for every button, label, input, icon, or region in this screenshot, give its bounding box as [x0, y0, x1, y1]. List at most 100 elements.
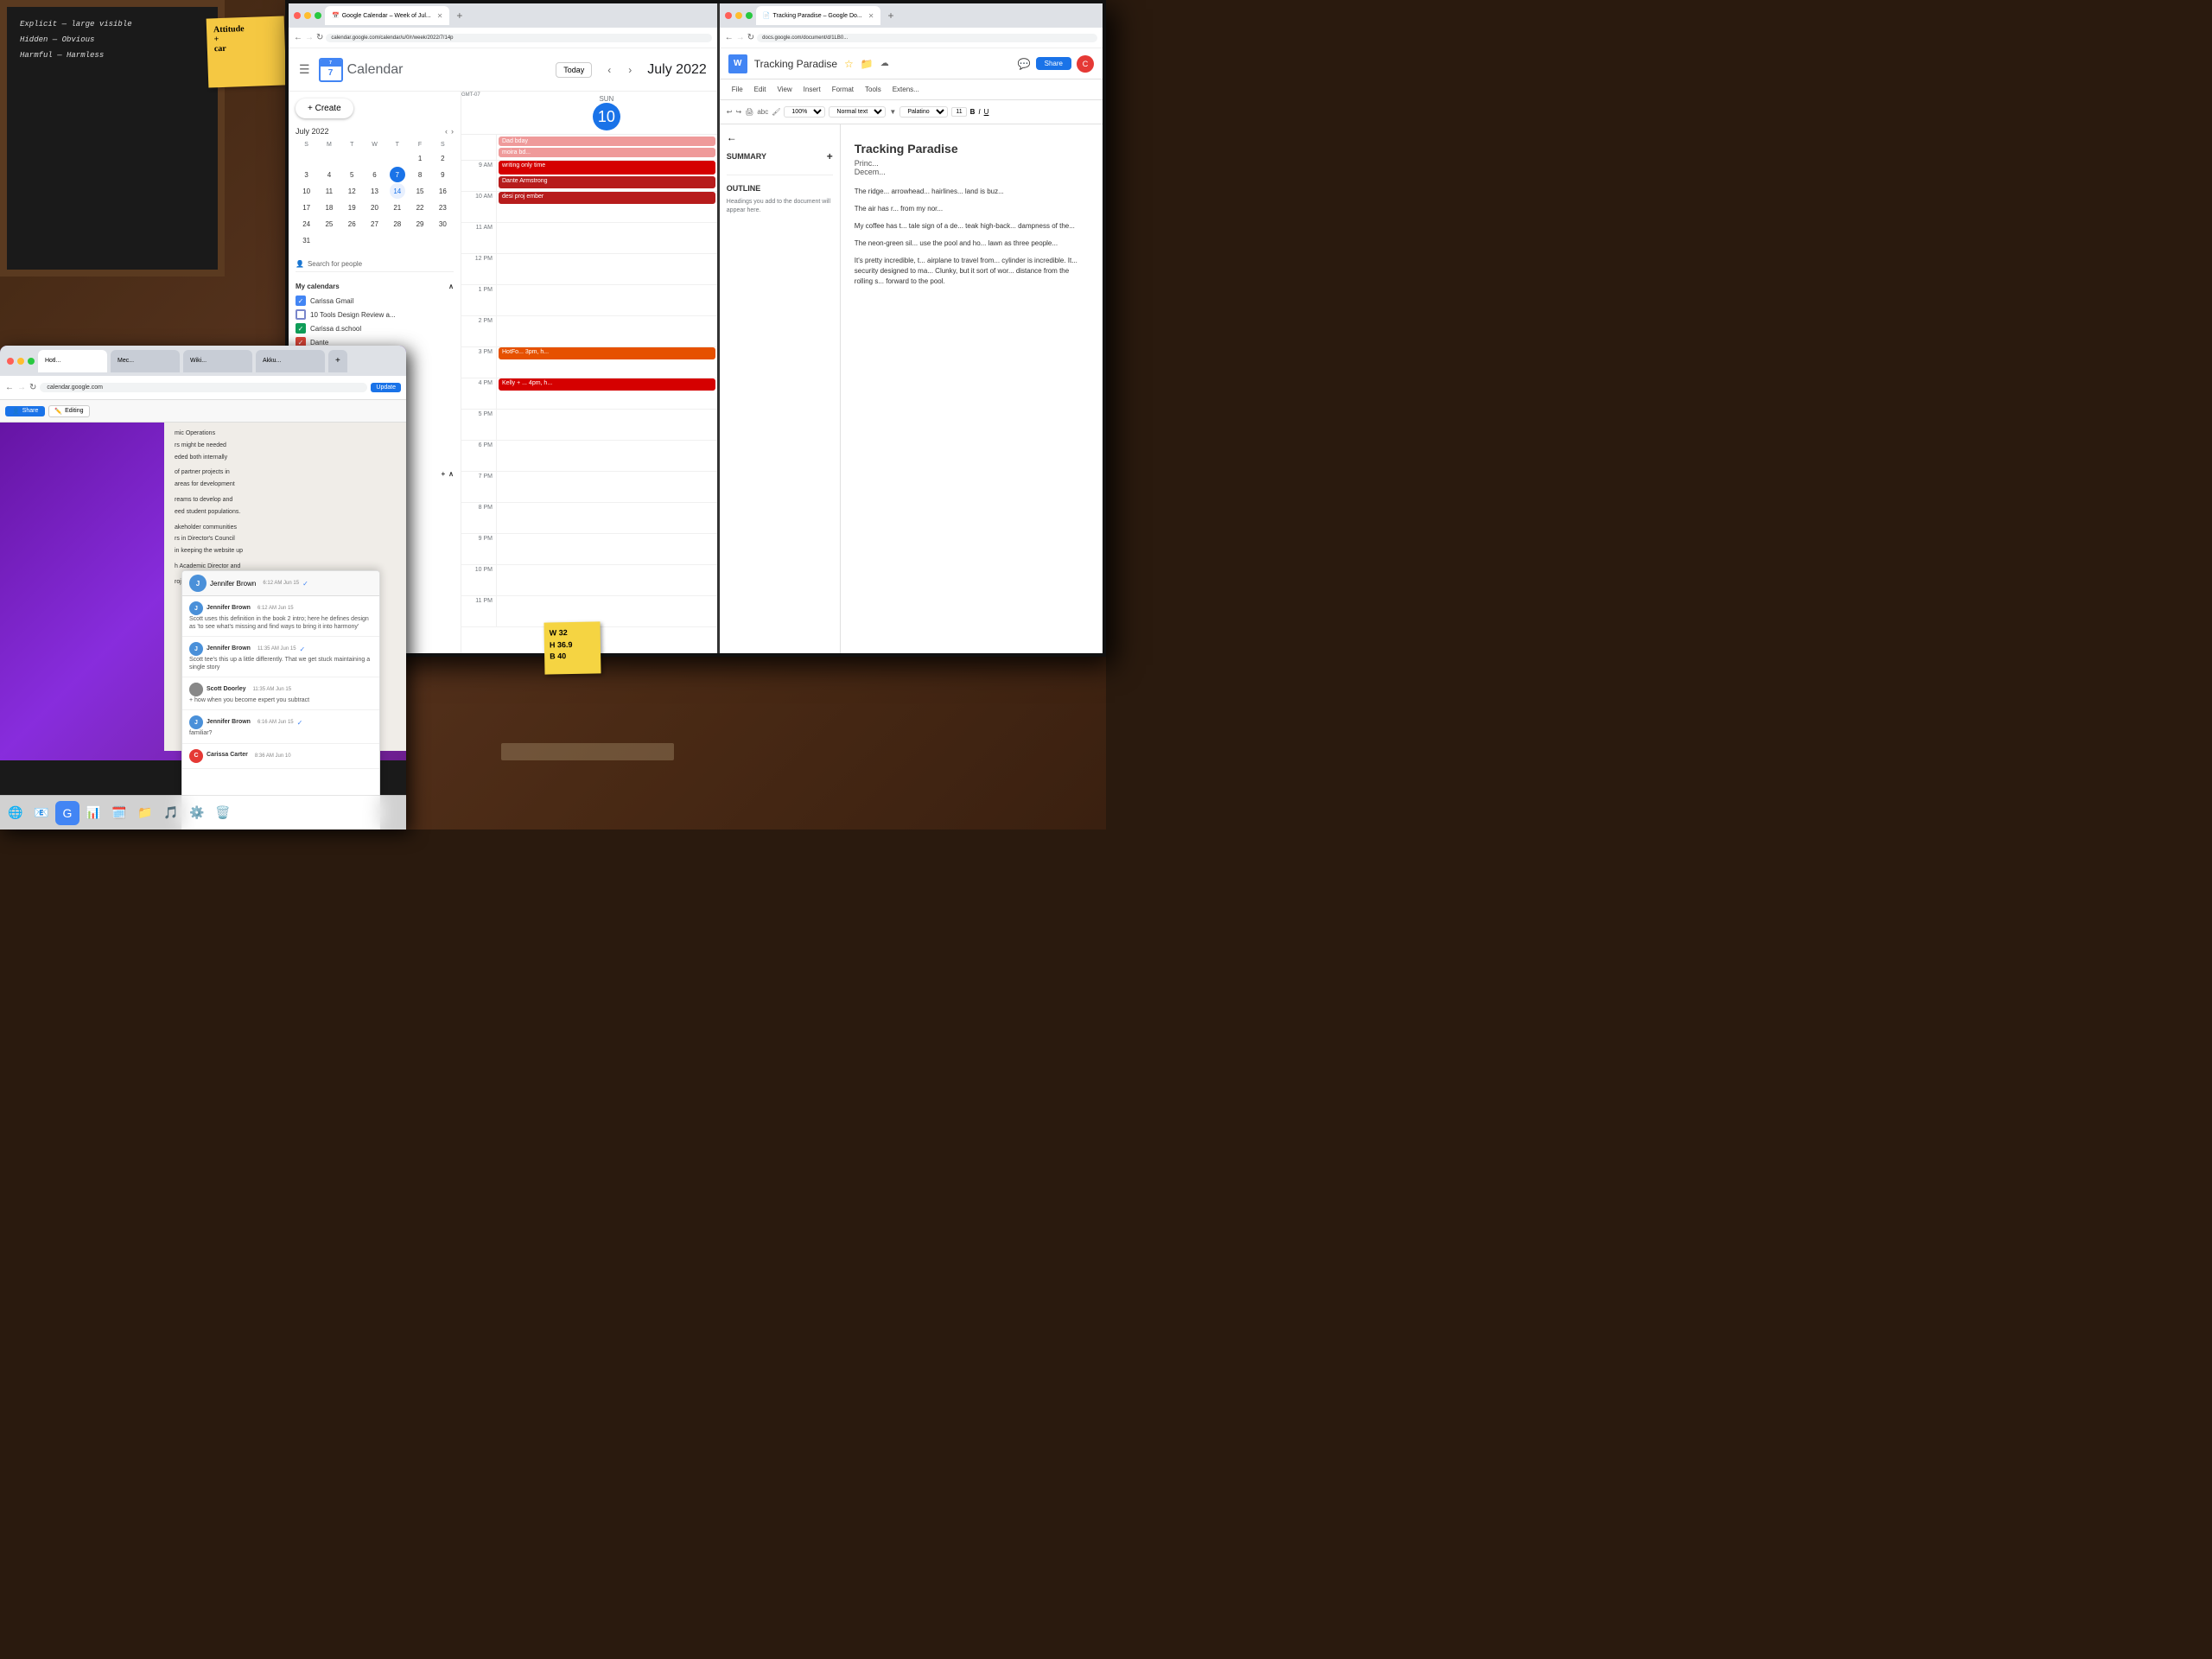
mini-cal-day-aug3[interactable]: [366, 232, 382, 248]
gdoc-zoom-select[interactable]: 100%: [784, 106, 825, 118]
gdoc-font-size[interactable]: 11: [951, 107, 966, 117]
gcal-forward-btn[interactable]: →: [305, 33, 314, 42]
gdoc-menu-tools[interactable]: Tools: [860, 84, 887, 95]
time-slot-sun-11am[interactable]: [496, 223, 717, 253]
gcal-today-btn[interactable]: Today: [556, 62, 592, 78]
mini-cal-day-22[interactable]: 22: [412, 200, 428, 215]
gdoc-italic-btn[interactable]: I: [978, 108, 980, 116]
time-slot-sun-6pm[interactable]: [496, 441, 717, 471]
event-kelly[interactable]: Kelly + ... 4pm, h...: [499, 378, 715, 391]
gdoc-forward-btn[interactable]: →: [736, 33, 745, 42]
dock-icon-7[interactable]: 🎵: [159, 801, 183, 825]
gdoc-back-sidebar[interactable]: ←: [727, 131, 737, 143]
cal-item-carissa-dschool[interactable]: ✓ Carissa d.school: [296, 321, 454, 335]
mini-cal-day-aug2[interactable]: [344, 232, 359, 248]
gcal-tab-close[interactable]: ✕: [437, 12, 443, 20]
gdoc-menu-edit[interactable]: Edit: [749, 84, 772, 95]
mini-cal-day-aug4[interactable]: [390, 232, 405, 248]
gcal-close-btn[interactable]: [294, 12, 301, 19]
mini-cal-day-26[interactable]: 26: [344, 216, 359, 232]
mini-cal-day-aug5[interactable]: [412, 232, 428, 248]
tab-plus[interactable]: +: [328, 350, 347, 372]
gdoc-spellcheck-btn[interactable]: abc: [757, 108, 768, 116]
time-slot-sun-10pm[interactable]: [496, 565, 717, 595]
mini-cal-day-9[interactable]: 9: [435, 167, 450, 182]
back-btn-left[interactable]: ←: [5, 383, 14, 392]
mini-cal-day-18[interactable]: 18: [321, 200, 337, 215]
time-slot-sun-5pm[interactable]: [496, 410, 717, 440]
tab-wiki[interactable]: Wiki...: [183, 350, 252, 372]
mini-cal-day-19[interactable]: 19: [344, 200, 359, 215]
gdoc-print-btn[interactable]: 🖨: [745, 108, 753, 116]
event-dante-armstrong[interactable]: Dante Armstrong: [499, 176, 715, 188]
gdoc-share-btn[interactable]: Share: [1036, 57, 1071, 70]
gdoc-star-icon[interactable]: ☆: [844, 58, 854, 70]
time-slot-sun-12pm[interactable]: [496, 254, 717, 284]
event-hotfo[interactable]: HotFo... 3pm, h...: [499, 347, 715, 359]
gcal-prev-btn[interactable]: ‹: [601, 61, 618, 79]
gdoc-url-bar[interactable]: docs.google.com/document/d/1LB0...: [757, 34, 1097, 42]
mini-cal-day-empty3[interactable]: [344, 150, 359, 166]
gdoc-summary-add[interactable]: +: [827, 150, 833, 162]
cal-checkbox-carissa-dschool[interactable]: ✓: [296, 323, 306, 334]
update-button[interactable]: Update: [371, 383, 401, 392]
time-slot-sun-10am[interactable]: desi proj ember: [496, 192, 717, 222]
cal-checkbox-carissa-gmail[interactable]: ✓: [296, 296, 306, 306]
gdoc-font-select[interactable]: Palatino: [899, 106, 948, 118]
tab-hotl[interactable]: Hotl...: [38, 350, 107, 372]
mini-cal-day-27[interactable]: 27: [366, 216, 382, 232]
mini-cal-day-28[interactable]: 28: [390, 216, 405, 232]
mini-cal-day-30[interactable]: 30: [435, 216, 450, 232]
cal-item-10tools[interactable]: 10 Tools Design Review a...: [296, 308, 454, 321]
time-slot-sun-2pm[interactable]: [496, 316, 717, 346]
mini-cal-day-10[interactable]: 10: [299, 183, 315, 199]
mini-cal-next[interactable]: ›: [451, 127, 454, 136]
gdoc-style-chevron[interactable]: ▼: [889, 108, 896, 116]
time-slot-sun-11pm[interactable]: [496, 596, 717, 626]
dock-icon-3[interactable]: G: [55, 801, 79, 825]
mini-cal-day-31[interactable]: 31: [299, 232, 315, 248]
mini-cal-day-21[interactable]: 21: [390, 200, 405, 215]
gdoc-menu-view[interactable]: View: [772, 84, 797, 95]
event-moira-bd[interactable]: moira bd...: [499, 148, 715, 157]
time-slot-sun-9pm[interactable]: [496, 534, 717, 564]
search-people[interactable]: 👤 Search for people: [296, 257, 454, 272]
gcal-min-btn[interactable]: [304, 12, 311, 19]
dock-icon-4[interactable]: 📊: [81, 801, 105, 825]
mini-cal-day-8[interactable]: 8: [412, 167, 428, 182]
gdoc-underline-btn[interactable]: U: [984, 108, 989, 116]
dock-icon-1[interactable]: 🌐: [3, 801, 28, 825]
cal-checkbox-10tools[interactable]: [296, 309, 306, 320]
gcal-max-btn[interactable]: [315, 12, 321, 19]
gdoc-undo-btn[interactable]: ↩: [727, 108, 733, 116]
gdoc-back-btn[interactable]: ←: [725, 33, 734, 42]
event-dad-bday[interactable]: Dad bday: [499, 137, 715, 146]
gdoc-menu-format[interactable]: Format: [827, 84, 859, 95]
window-maximize-btn[interactable]: [28, 358, 35, 365]
mini-cal-day-empty1[interactable]: [299, 150, 315, 166]
mini-cal-day-empty4[interactable]: [366, 150, 382, 166]
mini-cal-day-5[interactable]: 5: [344, 167, 359, 182]
gdoc-cloud-icon[interactable]: ☁: [880, 59, 889, 68]
mini-cal-day-3[interactable]: 3: [299, 167, 315, 182]
my-calendars-chevron[interactable]: ∧: [448, 283, 454, 290]
tab-mec[interactable]: Mec...: [111, 350, 180, 372]
gdoc-style-select[interactable]: Normal text: [829, 106, 886, 118]
mini-cal-day-empty2[interactable]: [321, 150, 337, 166]
gdoc-folder-icon[interactable]: 📁: [861, 58, 874, 70]
create-event-btn[interactable]: + Create: [296, 99, 353, 118]
mini-cal-day-15[interactable]: 15: [412, 183, 428, 199]
mini-cal-day-2[interactable]: 2: [435, 150, 450, 166]
event-desi-proj[interactable]: desi proj ember: [499, 192, 715, 204]
dock-icon-9[interactable]: 🗑️: [211, 801, 235, 825]
dock-icon-5[interactable]: 🗓️: [107, 801, 131, 825]
event-writing-only[interactable]: writing only time: [499, 161, 715, 175]
mini-cal-day-24[interactable]: 24: [299, 216, 315, 232]
mini-cal-day-16[interactable]: 16: [435, 183, 450, 199]
mini-cal-day-7[interactable]: 7: [390, 167, 405, 182]
gdoc-user-avatar[interactable]: C: [1077, 55, 1094, 73]
mini-cal-prev[interactable]: ‹: [445, 127, 448, 136]
time-slot-sun-9am[interactable]: writing only time Dante Armstrong: [496, 161, 717, 191]
forward-btn-left[interactable]: →: [17, 383, 26, 392]
gdoc-paintformat-btn[interactable]: 🖌: [772, 108, 780, 116]
